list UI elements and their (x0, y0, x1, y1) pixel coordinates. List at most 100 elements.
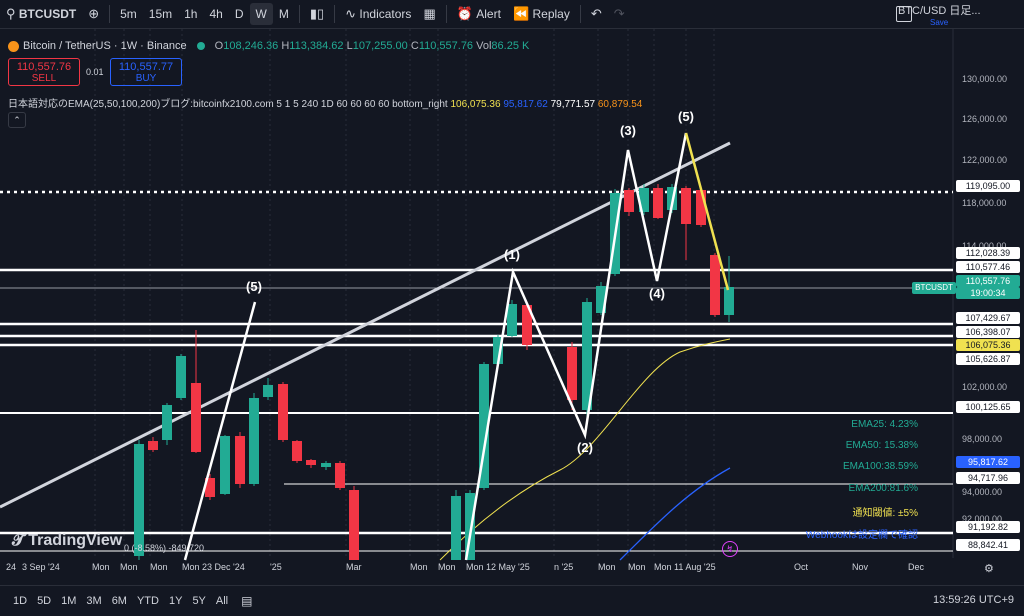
time-axis-label: Mon 11 Aug '25 (654, 562, 716, 572)
range-button-ytd[interactable]: YTD (132, 595, 164, 607)
indicators-label: Indicators (359, 7, 412, 21)
indicators-button[interactable]: ∿ Indicators (339, 0, 417, 28)
divider (298, 5, 300, 23)
interval-4h[interactable]: 4h (203, 0, 228, 28)
pair-title[interactable]: Bitcoin / TetherUS · 1W · Binance (23, 40, 187, 52)
sell-price: 110,557.76 (16, 61, 72, 73)
chevron-up-icon: ⌃ (13, 115, 21, 125)
candle-body (134, 444, 144, 556)
candle-body (653, 188, 663, 218)
collapse-legend-button[interactable]: ⌃ (8, 112, 26, 128)
undo-button[interactable]: ↶ (585, 0, 608, 28)
wave-label: (2) (577, 440, 593, 455)
ema-stat: EMA25: 4.23% (851, 419, 918, 430)
ema200-value: 60,879.54 (597, 99, 643, 110)
coin-icon (8, 40, 19, 52)
undo-icon: ↶ (590, 6, 602, 21)
replay-button[interactable]: ⏪ Replay (507, 0, 576, 28)
candle-body (710, 255, 720, 315)
layouts-button[interactable]: ▦ (417, 0, 441, 28)
axis-settings-icon[interactable]: ⚙ (984, 562, 994, 575)
interval-5m[interactable]: 5m (114, 0, 143, 28)
price-tag: 95,817.62 (956, 456, 1020, 468)
date-range-icon[interactable]: ▤ (241, 594, 252, 608)
tradingview-watermark[interactable]: 𝓣 TradingView (12, 532, 122, 550)
candle-body (451, 496, 461, 560)
interval-15m[interactable]: 15m (143, 0, 178, 28)
candle-body (235, 436, 245, 484)
candle-body (249, 398, 259, 484)
range-button-3m[interactable]: 3M (81, 595, 106, 607)
price-tag: 112,028.39 (956, 247, 1020, 259)
top-toolbar: ⚲ BTCUSDT ⊕ 5m 15m 1h 4h D W M ▮▯ ∿ Indi… (0, 0, 1024, 29)
time-axis-label: '25 (270, 562, 282, 572)
range-button-all[interactable]: All (211, 595, 233, 607)
ema-stat: EMA100:38.59% (842, 461, 918, 472)
sell-button[interactable]: 110,557.76 SELL (8, 58, 80, 86)
time-axis-label: Mon (598, 562, 616, 572)
time-axis-label: 24 (6, 562, 17, 572)
price-tag: 100,125.65 (956, 401, 1020, 413)
interval-d[interactable]: D (229, 0, 250, 28)
candle-body (696, 190, 706, 225)
time-axis-label: n '25 (554, 562, 574, 572)
price-axis-label: 126,000.00 (962, 114, 1008, 124)
divider (445, 5, 447, 23)
replay-label: Replay (532, 7, 570, 21)
range-button-6m[interactable]: 6M (107, 595, 132, 607)
interval-w[interactable]: W (249, 3, 273, 25)
rewind-icon: ⏪ (512, 6, 530, 21)
price-tag: 107,429.67 (956, 312, 1020, 324)
candle-body (306, 460, 316, 465)
candle-body (567, 347, 577, 400)
price-tag: 106,075.36 (956, 339, 1020, 351)
buy-price: 110,557.77 (118, 61, 174, 73)
ema100-value: 79,771.57 (550, 99, 596, 110)
layout-title: BTC/USD 日足... (898, 4, 981, 17)
interval-1h[interactable]: 1h (178, 0, 203, 28)
range-button-1d[interactable]: 1D (8, 595, 32, 607)
candle-body (191, 383, 201, 452)
range-button-5d[interactable]: 5D (32, 595, 56, 607)
price-tag: 91,192.82 (956, 521, 1020, 533)
wave-label: (4) (649, 286, 665, 301)
candle-body (220, 436, 230, 494)
price-tag: 106,398.07 (956, 326, 1020, 338)
ema-stat: Webhookは設定欄で確認 (805, 530, 918, 541)
wave-label: (1) (504, 247, 520, 262)
tradingview-logo-icon: 𝓣 (12, 532, 25, 549)
redo-button[interactable]: ↷ (608, 0, 631, 28)
price-axis-label: 118,000.00 (962, 198, 1007, 208)
chart-type-button[interactable]: ▮▯ (304, 0, 330, 28)
price-chart[interactable]: (5) (1) (2) (3) (4) (5) (0, 29, 1024, 585)
price-axis-label: 122,000.00 (962, 155, 1008, 165)
spread-value: 0.01 (86, 67, 104, 77)
bottom-toolbar: 1D 5D 1M 3M 6M YTD 1Y 5Y All ▤ (0, 585, 1024, 616)
lightning-icon[interactable]: ↯ (722, 541, 738, 557)
open-value: 108,246.36 (223, 40, 279, 52)
range-button-1m[interactable]: 1M (56, 595, 81, 607)
candle-body (263, 385, 273, 397)
price-tag: 88,842.41 (956, 539, 1020, 551)
buy-button[interactable]: 110,557.77 BUY (110, 58, 182, 86)
ema-stat: 通知閾値: ±5% (852, 508, 919, 519)
candle-body (624, 190, 634, 212)
layout-save[interactable]: BTC/USD 日足... Save (898, 0, 1024, 28)
range-button-1y[interactable]: 1Y (164, 595, 187, 607)
volume-value: 86.25 K (491, 40, 530, 52)
clock[interactable]: 13:59:26 UTC+9 (933, 594, 1014, 606)
alert-button[interactable]: ⏰ Alert (451, 0, 507, 28)
low-value: 107,255.00 (352, 40, 408, 52)
overlay-note: 0 (-8.58%) -849,720 (124, 543, 205, 553)
open-label: O (214, 40, 224, 52)
candles-icon: ▮▯ (309, 6, 325, 21)
symbol-search[interactable]: ⚲ BTCUSDT (0, 0, 82, 28)
candle-body (278, 384, 288, 440)
range-button-5y[interactable]: 5Y (187, 595, 210, 607)
add-symbol-button[interactable]: ⊕ (82, 0, 105, 28)
interval-m[interactable]: M (273, 0, 295, 28)
ema-indicator-legend[interactable]: 日本語対応のEMA(25,50,100,200)ブログ:bitcoinfx210… (8, 95, 642, 110)
candle-body (292, 441, 302, 461)
price-axis-label: 94,000.00 (962, 487, 1003, 497)
watermark-text: TradingView (28, 532, 123, 549)
